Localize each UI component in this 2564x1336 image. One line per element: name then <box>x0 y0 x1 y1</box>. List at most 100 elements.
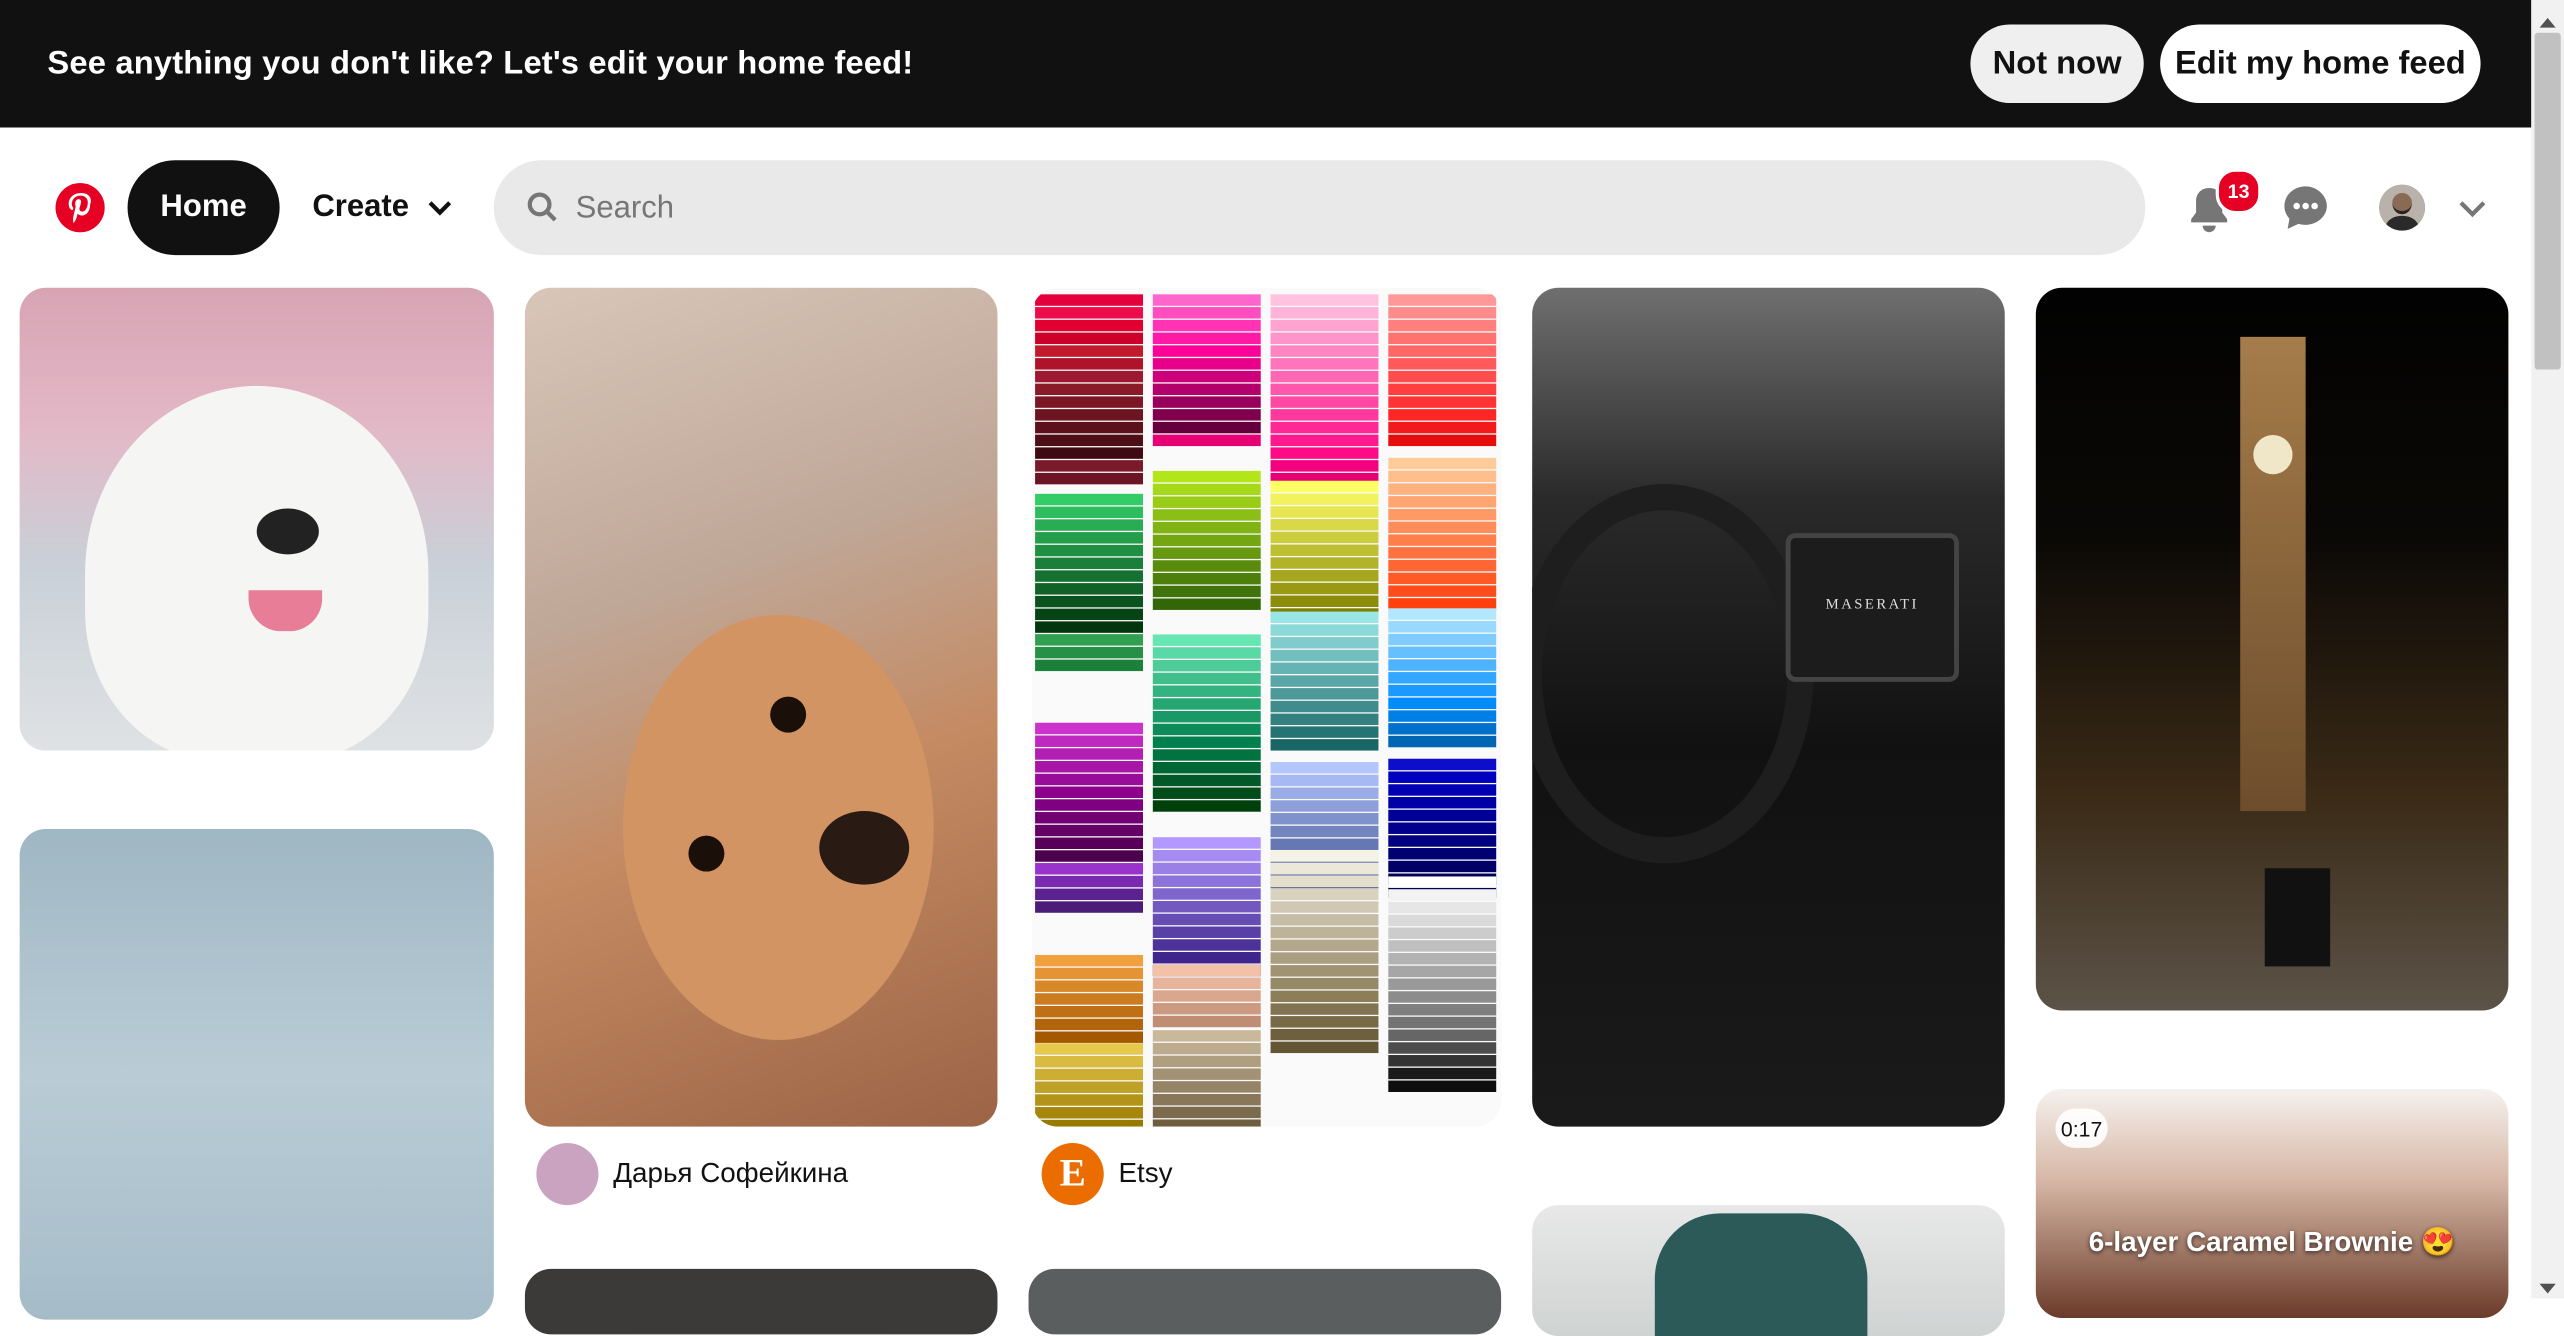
pinterest-logo-icon[interactable] <box>55 183 105 233</box>
color-swatch <box>1152 888 1261 900</box>
color-swatch <box>1388 940 1497 952</box>
color-swatch <box>1270 582 1379 595</box>
color-swatch <box>1152 1003 1261 1015</box>
color-swatch <box>1152 900 1261 913</box>
color-swatch <box>1035 493 1144 506</box>
pin-man-green-suit[interactable] <box>1532 1205 2005 1336</box>
color-swatch <box>1152 534 1261 547</box>
search-input[interactable] <box>572 160 2051 259</box>
color-swatch <box>1388 914 1497 927</box>
color-swatch <box>1388 1029 1497 1041</box>
color-swatch <box>1035 837 1144 849</box>
color-swatch <box>1388 697 1497 710</box>
color-swatch <box>1035 1056 1144 1068</box>
color-swatch <box>1152 483 1261 496</box>
pin-author[interactable]: Дарья Софейкина <box>536 1141 848 1206</box>
color-swatch <box>1035 608 1144 621</box>
color-swatch <box>1270 838 1379 850</box>
color-swatch <box>1270 1041 1379 1054</box>
home-tab[interactable]: Home <box>127 160 280 256</box>
color-swatch <box>1035 506 1144 519</box>
color-swatch <box>1152 294 1261 306</box>
color-swatch <box>1152 685 1261 697</box>
color-swatch <box>1388 848 1497 860</box>
color-swatch <box>1035 409 1144 421</box>
color-swatch <box>1152 849 1261 862</box>
color-swatch <box>1035 954 1144 967</box>
create-menu[interactable]: Create <box>312 160 452 255</box>
color-swatch <box>1035 722 1144 735</box>
color-swatch <box>1388 621 1497 633</box>
edit-feed-banner: See anything you don't like? Let's edit … <box>0 0 2532 128</box>
pin-color-chart[interactable] <box>1031 287 1502 1127</box>
color-swatch <box>1152 634 1261 646</box>
color-swatch <box>1152 723 1261 736</box>
create-label: Create <box>312 189 410 225</box>
pin-portrait-dark[interactable] <box>524 1268 998 1335</box>
account-chevron-down-icon[interactable] <box>2459 198 2486 227</box>
scroll-up-arrow-icon[interactable] <box>2539 7 2556 36</box>
user-avatar[interactable] <box>2379 184 2426 231</box>
color-swatch <box>1270 713 1379 726</box>
pin-maserati-interior[interactable]: MASERATI <box>1532 287 2005 1127</box>
color-swatch <box>1152 1015 1261 1028</box>
color-swatch <box>1388 684 1497 697</box>
color-swatch <box>1035 773 1144 786</box>
pin-samoyed-cherry-blossom[interactable] <box>19 287 494 751</box>
color-swatch <box>1152 434 1261 447</box>
color-swatch <box>1388 646 1497 659</box>
color-swatch <box>1270 570 1379 582</box>
scrollbar-thumb[interactable] <box>2534 32 2561 370</box>
color-swatch <box>1152 990 1261 1002</box>
pin-golden-dog[interactable] <box>524 287 998 1127</box>
messages-icon[interactable] <box>2283 185 2329 239</box>
color-swatch <box>1035 1119 1144 1127</box>
pin-brownie-video[interactable]: 0:17 6-layer Caramel Brownie 😍 <box>2035 1089 2509 1318</box>
clock-face <box>2253 434 2293 475</box>
color-swatch <box>1035 421 1144 434</box>
color-swatch <box>1270 434 1379 447</box>
edit-home-feed-button[interactable]: Edit my home feed <box>2160 24 2481 104</box>
author-name: Дарья Софейкина <box>613 1157 849 1189</box>
color-swatch <box>1270 990 1379 1003</box>
color-swatch <box>1035 332 1144 345</box>
not-now-button[interactable]: Not now <box>1970 24 2144 104</box>
color-swatch <box>1388 307 1497 319</box>
color-swatch <box>1035 434 1144 447</box>
color-swatch <box>1270 965 1379 977</box>
color-swatch <box>1270 1016 1379 1028</box>
search-bar[interactable] <box>493 160 2146 259</box>
color-swatch <box>1035 472 1144 485</box>
color-swatch <box>1152 560 1261 572</box>
color-swatch <box>1388 358 1497 370</box>
color-swatch <box>1388 483 1497 495</box>
color-swatch <box>1035 901 1144 913</box>
scroll-down-arrow-icon[interactable] <box>2539 1275 2556 1304</box>
color-swatch <box>1388 978 1497 990</box>
color-swatch <box>1388 860 1497 873</box>
video-title: 6-layer Caramel Brownie 😍 <box>2088 1226 2456 1258</box>
color-swatch <box>1270 688 1379 700</box>
clock-tower <box>2240 336 2306 812</box>
pin-mecca-clock-tower[interactable] <box>2035 287 2509 1011</box>
color-swatch <box>1388 889 1497 901</box>
pin-snowy-blue[interactable] <box>19 829 494 1320</box>
pin-gray-landscape[interactable] <box>1028 1268 1502 1335</box>
color-swatch <box>1270 493 1379 505</box>
color-swatch <box>1152 647 1261 659</box>
color-swatch <box>1270 863 1379 875</box>
color-swatch <box>1152 1055 1261 1068</box>
color-swatch <box>1152 964 1261 977</box>
dog-eye <box>688 835 725 872</box>
color-swatch <box>1270 850 1379 862</box>
color-swatch <box>1270 595 1379 607</box>
color-swatch <box>1035 888 1144 901</box>
color-swatch <box>1270 926 1379 939</box>
search-icon <box>527 191 560 232</box>
color-swatch <box>1388 470 1497 483</box>
color-swatch <box>1388 710 1497 722</box>
color-swatch <box>1388 771 1497 783</box>
color-swatch <box>1152 977 1261 989</box>
pin-author[interactable]: E Etsy <box>1041 1141 1173 1206</box>
color-swatch <box>1388 508 1497 521</box>
